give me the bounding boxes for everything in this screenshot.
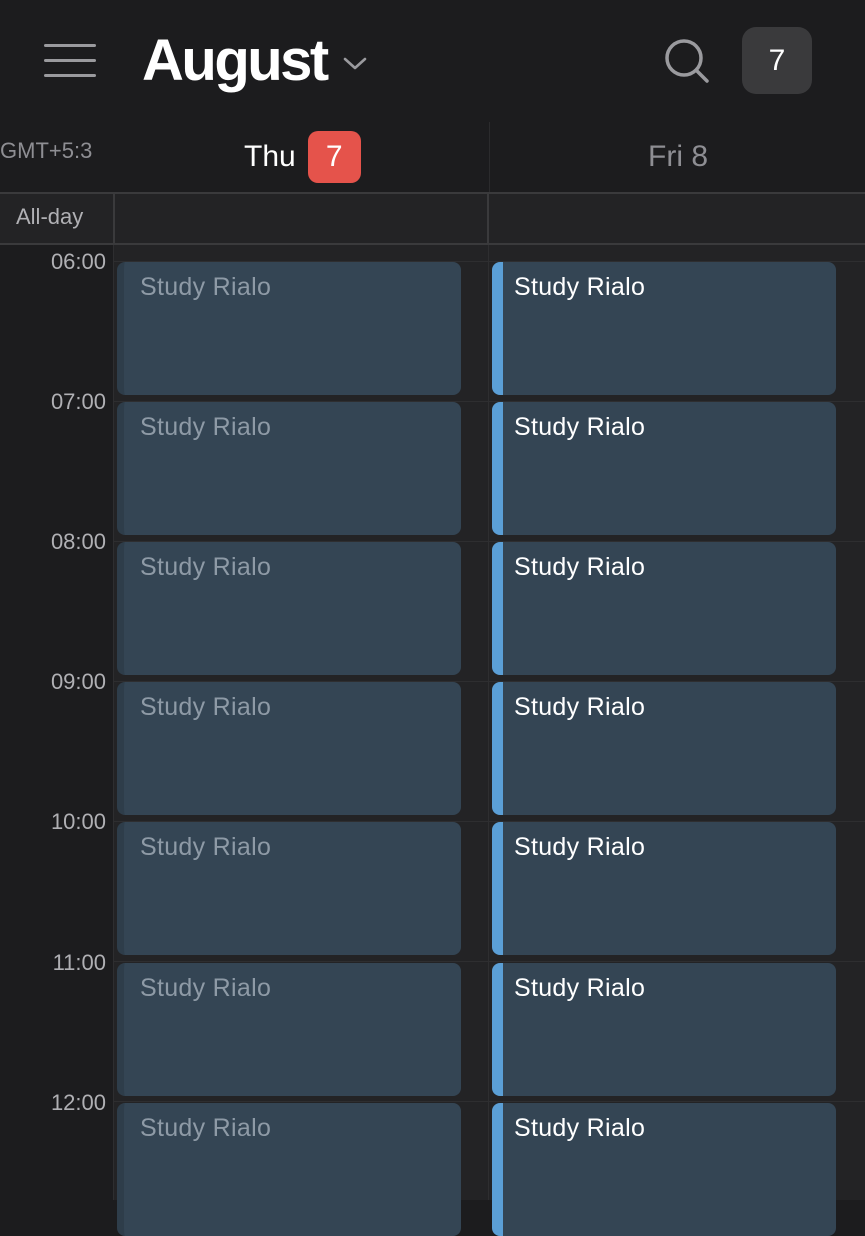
event-thu-0600[interactable]: Study Rialo	[117, 262, 461, 395]
event-fri-0600[interactable]: Study Rialo	[492, 262, 836, 395]
event-title: Study Rialo	[514, 693, 646, 721]
event-fri-0700[interactable]: Study Rialo	[492, 402, 836, 535]
event-title: Study Rialo	[514, 553, 646, 581]
event-fri-1100[interactable]: Study Rialo	[492, 963, 836, 1096]
column-divider	[113, 245, 114, 1200]
event-fri-0900[interactable]: Study Rialo	[492, 682, 836, 815]
event-title: Study Rialo	[514, 1114, 646, 1142]
hour-gridline	[113, 961, 865, 962]
event-thu-1000[interactable]: Study Rialo	[117, 822, 461, 955]
hour-label: 07:00	[50, 389, 106, 414]
day-header	[0, 122, 865, 192]
event-title: Study Rialo	[140, 974, 272, 1002]
hour-label: 12:00	[50, 1090, 106, 1115]
day-header-fri[interactable]: Fri 8	[648, 122, 708, 192]
hour-label: 11:00	[52, 950, 106, 975]
column-divider	[489, 122, 490, 192]
chevron-down-icon	[343, 57, 367, 70]
today-button[interactable]: 7	[742, 27, 812, 94]
hour-label: 09:00	[50, 669, 106, 694]
day-label-fri: Fri 8	[648, 140, 708, 173]
event-thu-1200[interactable]: Study Rialo	[117, 1103, 461, 1236]
search-icon	[665, 39, 709, 83]
top-bar	[0, 0, 865, 122]
hour-label: 10:00	[50, 809, 106, 834]
event-fri-1200[interactable]: Study Rialo	[492, 1103, 836, 1236]
event-title: Study Rialo	[140, 413, 272, 441]
all-day-label: All-day	[16, 204, 84, 229]
event-title: Study Rialo	[514, 413, 646, 441]
day-header-thu[interactable]: Thu 7	[244, 122, 361, 192]
all-day-cell-thu[interactable]	[113, 192, 489, 245]
event-fri-1000[interactable]: Study Rialo	[492, 822, 836, 955]
column-divider	[488, 245, 489, 1200]
today-date-badge: 7	[307, 131, 361, 183]
event-title: Study Rialo	[140, 1114, 272, 1142]
event-title: Study Rialo	[140, 693, 272, 721]
day-label-thu: Thu	[244, 140, 296, 173]
event-thu-1100[interactable]: Study Rialo	[117, 963, 461, 1096]
month-title: August	[142, 28, 329, 93]
event-thu-0900[interactable]: Study Rialo	[117, 682, 461, 815]
hour-label: 08:00	[50, 529, 106, 554]
search-button[interactable]	[663, 37, 711, 85]
all-day-cell-fri[interactable]	[487, 192, 865, 245]
month-selector[interactable]: August	[142, 26, 367, 96]
event-title: Study Rialo	[140, 833, 272, 861]
event-fri-0800[interactable]: Study Rialo	[492, 542, 836, 675]
event-title: Study Rialo	[514, 833, 646, 861]
hamburger-menu-icon[interactable]	[44, 42, 96, 78]
event-thu-0700[interactable]: Study Rialo	[117, 402, 461, 535]
event-title: Study Rialo	[140, 273, 272, 301]
timezone-label: GMT+5:3	[0, 138, 93, 163]
hour-gridline	[113, 1101, 865, 1102]
event-title: Study Rialo	[514, 974, 646, 1002]
event-title: Study Rialo	[140, 553, 272, 581]
event-title: Study Rialo	[514, 273, 646, 301]
event-thu-0800[interactable]: Study Rialo	[117, 542, 461, 675]
hour-label: 06:00	[50, 249, 106, 274]
